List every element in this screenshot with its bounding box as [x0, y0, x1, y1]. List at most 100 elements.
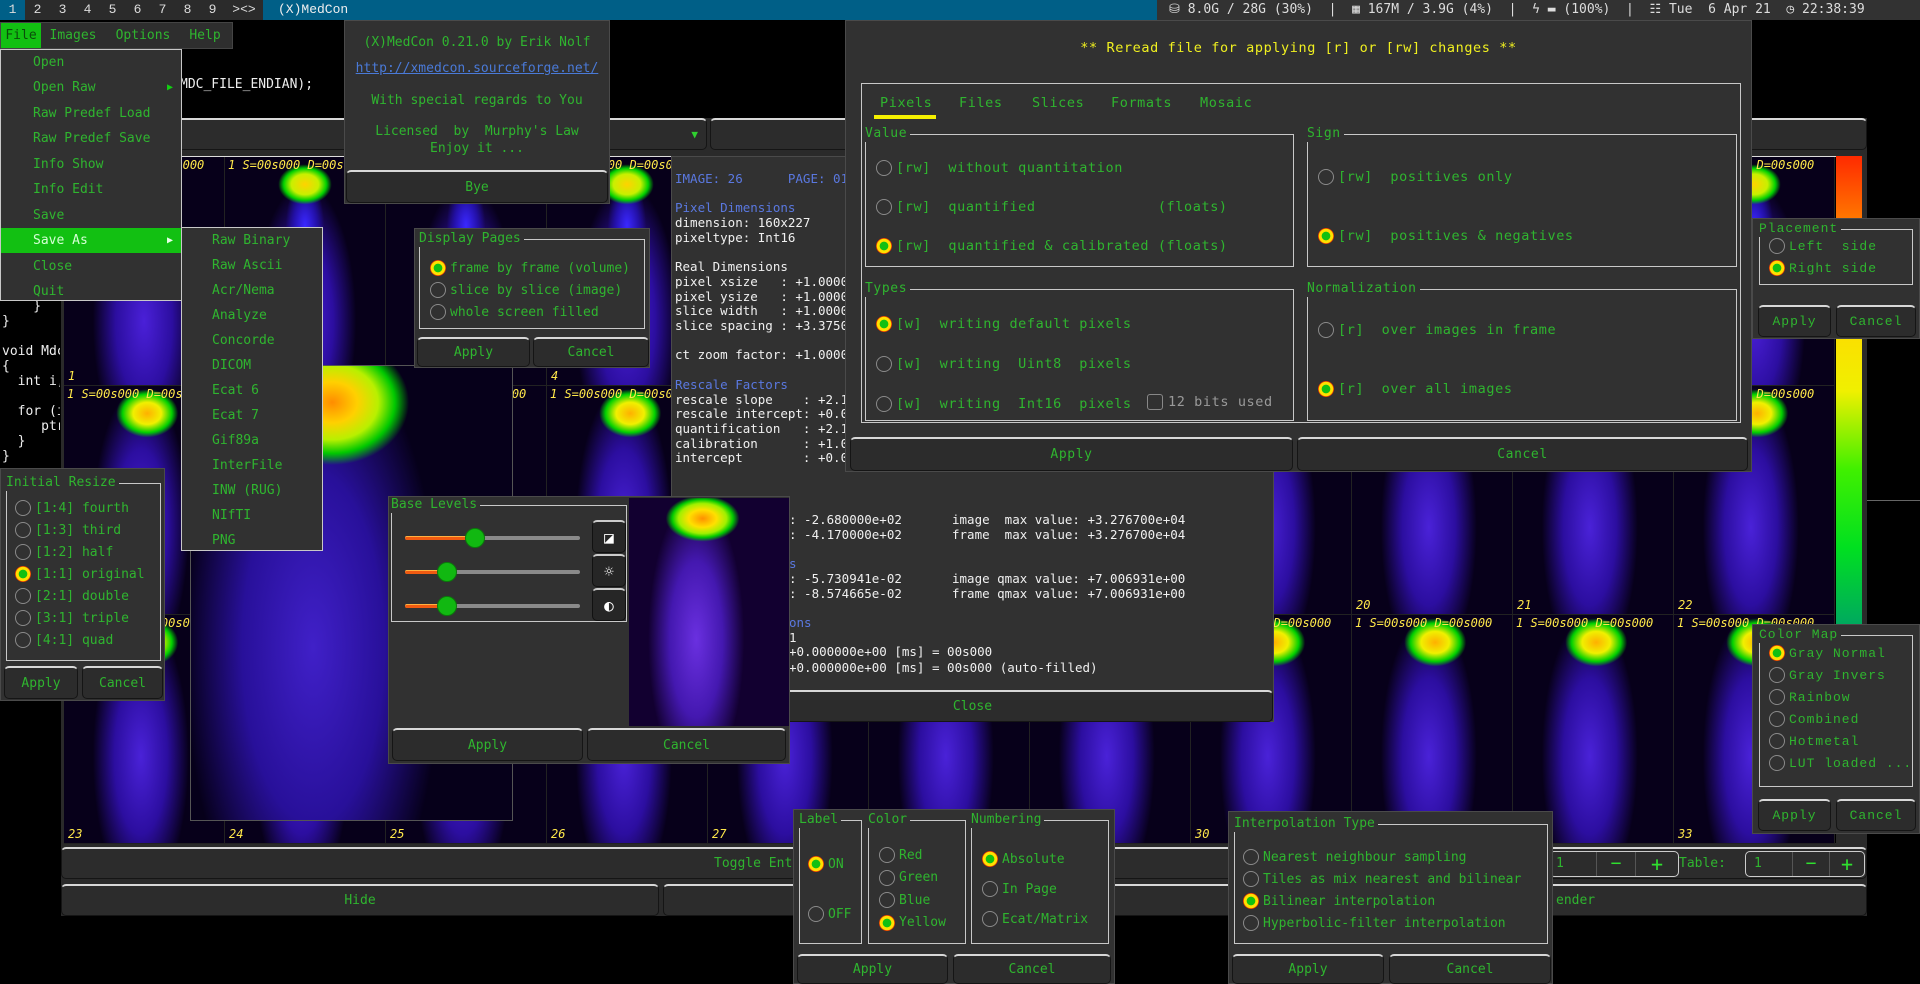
- slider-knob[interactable]: [465, 528, 485, 548]
- menu-item-info-show[interactable]: Info Show: [1, 152, 181, 177]
- radio-button[interactable]: [1243, 893, 1259, 909]
- radio-option[interactable]: Tiles as mix nearest and bilinear: [1243, 868, 1547, 890]
- cancel-button[interactable]: Cancel: [953, 954, 1111, 984]
- radio-button[interactable]: [876, 356, 892, 372]
- menu-item-nifti[interactable]: NIfTI: [182, 503, 322, 528]
- radio-button[interactable]: [15, 566, 31, 582]
- contrast-icon[interactable]: ◪: [592, 520, 626, 553]
- radio-button[interactable]: [1769, 667, 1785, 683]
- bye-button[interactable]: Bye: [346, 170, 608, 203]
- workspace-2[interactable]: 2: [25, 0, 50, 20]
- radio-button[interactable]: [876, 316, 892, 332]
- apply-button[interactable]: Apply: [1232, 954, 1384, 984]
- radio-option[interactable]: LUT loaded ...: [1769, 752, 1912, 774]
- radio-option[interactable]: Hotmetal: [1769, 730, 1912, 752]
- workspace-6[interactable]: 6: [125, 0, 150, 20]
- radio-button[interactable]: [876, 237, 892, 254]
- cancel-button[interactable]: Cancel: [82, 666, 163, 699]
- radio-option[interactable]: frame by frame (volume): [430, 257, 644, 279]
- radio-button[interactable]: [879, 847, 895, 864]
- menu-item-open-raw[interactable]: Open Raw ▶: [1, 75, 181, 100]
- radio-button[interactable]: [15, 610, 31, 626]
- bits-checkbox[interactable]: 12 bits used: [1147, 394, 1273, 410]
- menu-item-analyze[interactable]: Analyze: [182, 303, 322, 328]
- radio-button[interactable]: [876, 198, 892, 215]
- radio-button[interactable]: [879, 892, 895, 909]
- cancel-button[interactable]: Cancel: [587, 728, 786, 761]
- radio-option[interactable]: [r] over all images: [1318, 359, 1736, 418]
- workspace-4[interactable]: 4: [75, 0, 100, 20]
- menu-item-concorde[interactable]: Concorde: [182, 328, 322, 353]
- radio-button[interactable]: [1318, 227, 1334, 244]
- radio-button[interactable]: [430, 282, 446, 298]
- radio-option[interactable]: [1:4] fourth: [15, 497, 160, 519]
- radio-button[interactable]: [982, 911, 998, 927]
- workspace-10[interactable]: ><>: [225, 0, 263, 20]
- radio-button[interactable]: [15, 522, 31, 538]
- apply-button[interactable]: Apply: [1758, 799, 1831, 831]
- radio-option[interactable]: Blue: [879, 889, 965, 912]
- menu-item-interfile[interactable]: InterFile: [182, 453, 322, 478]
- radio-option[interactable]: [rw] quantified & calibrated (floats): [876, 226, 1293, 265]
- radio-option[interactable]: Yellow: [879, 912, 965, 935]
- plus-button[interactable]: +: [1636, 852, 1678, 876]
- radio-button[interactable]: [1243, 871, 1259, 887]
- tab-formats[interactable]: Formats: [1111, 95, 1172, 111]
- radio-button[interactable]: [808, 906, 824, 922]
- radio-button[interactable]: [15, 544, 31, 560]
- menu-item-gif89a[interactable]: Gif89a: [182, 428, 322, 453]
- radio-button[interactable]: [1243, 915, 1259, 931]
- radio-button[interactable]: [430, 304, 446, 320]
- menu-file[interactable]: File: [1, 23, 41, 48]
- apply-button[interactable]: Apply: [417, 337, 530, 367]
- hide-button[interactable]: Hide: [61, 884, 659, 916]
- radio-option[interactable]: [3:1] triple: [15, 607, 160, 629]
- radio-button[interactable]: [1769, 645, 1785, 661]
- radio-option[interactable]: [rw] without quantitation: [876, 148, 1293, 187]
- tab-pixels[interactable]: Pixels: [880, 95, 932, 111]
- radio-option[interactable]: [1:2] half: [15, 541, 160, 563]
- radio-option[interactable]: In Page: [982, 874, 1108, 904]
- menu-images[interactable]: Images: [41, 23, 105, 48]
- menu-options[interactable]: Options: [105, 23, 181, 48]
- menu-item-open[interactable]: Open: [1, 50, 181, 75]
- radio-option[interactable]: [1:1] original: [15, 563, 160, 585]
- level-slider[interactable]: [405, 596, 580, 616]
- menu-item-dicom[interactable]: DICOM: [182, 353, 322, 378]
- workspace-3[interactable]: 3: [50, 0, 75, 20]
- radio-option[interactable]: Nearest neighbour sampling: [1243, 846, 1547, 868]
- image-cell[interactable]: 1 S=00s000 D=00s00031: [1352, 615, 1513, 844]
- radio-option[interactable]: Ecat/Matrix: [982, 904, 1108, 934]
- radio-option[interactable]: Rainbow: [1769, 686, 1912, 708]
- level-slider[interactable]: [405, 528, 580, 548]
- workspace-7[interactable]: 7: [150, 0, 175, 20]
- plus-button[interactable]: +: [1830, 852, 1864, 876]
- radio-button[interactable]: [1243, 849, 1259, 865]
- radio-option[interactable]: Hyperbolic-filter interpolation: [1243, 912, 1547, 934]
- menu-item-raw-ascii[interactable]: Raw Ascii: [182, 253, 322, 278]
- radio-button[interactable]: [1769, 733, 1785, 749]
- radio-option[interactable]: [r] over images in frame: [1318, 300, 1736, 359]
- radio-option[interactable]: Right side: [1769, 257, 1912, 279]
- radio-button[interactable]: [879, 914, 895, 931]
- menu-help[interactable]: Help: [181, 23, 229, 48]
- radio-option[interactable]: [2:1] double: [15, 585, 160, 607]
- radio-option[interactable]: [w] writing default pixels: [876, 304, 1293, 344]
- menu-item-acr-nema[interactable]: Acr/Nema: [182, 278, 322, 303]
- tab-mosaic[interactable]: Mosaic: [1200, 95, 1252, 111]
- menu-item-quit[interactable]: Quit: [1, 279, 181, 304]
- radio-option[interactable]: Gray Normal: [1769, 642, 1912, 664]
- radio-option[interactable]: slice by slice (image): [430, 279, 644, 301]
- radio-option[interactable]: [rw] quantified (floats): [876, 187, 1293, 226]
- radio-button[interactable]: [982, 851, 998, 867]
- slider-knob[interactable]: [437, 596, 457, 616]
- apply-button[interactable]: Apply: [392, 728, 583, 761]
- menu-item-raw-binary[interactable]: Raw Binary: [182, 228, 322, 253]
- radio-option[interactable]: [4:1] quad: [15, 629, 160, 651]
- menu-item-raw-predef-load[interactable]: Raw Predef Load: [1, 101, 181, 126]
- about-link[interactable]: http://xmedcon.sourceforge.net/: [345, 61, 609, 76]
- menu-item-save-as[interactable]: Save As ▶: [1, 228, 181, 253]
- radio-button[interactable]: [15, 588, 31, 604]
- apply-button[interactable]: Apply: [4, 666, 78, 699]
- menu-item-close[interactable]: Close: [1, 254, 181, 279]
